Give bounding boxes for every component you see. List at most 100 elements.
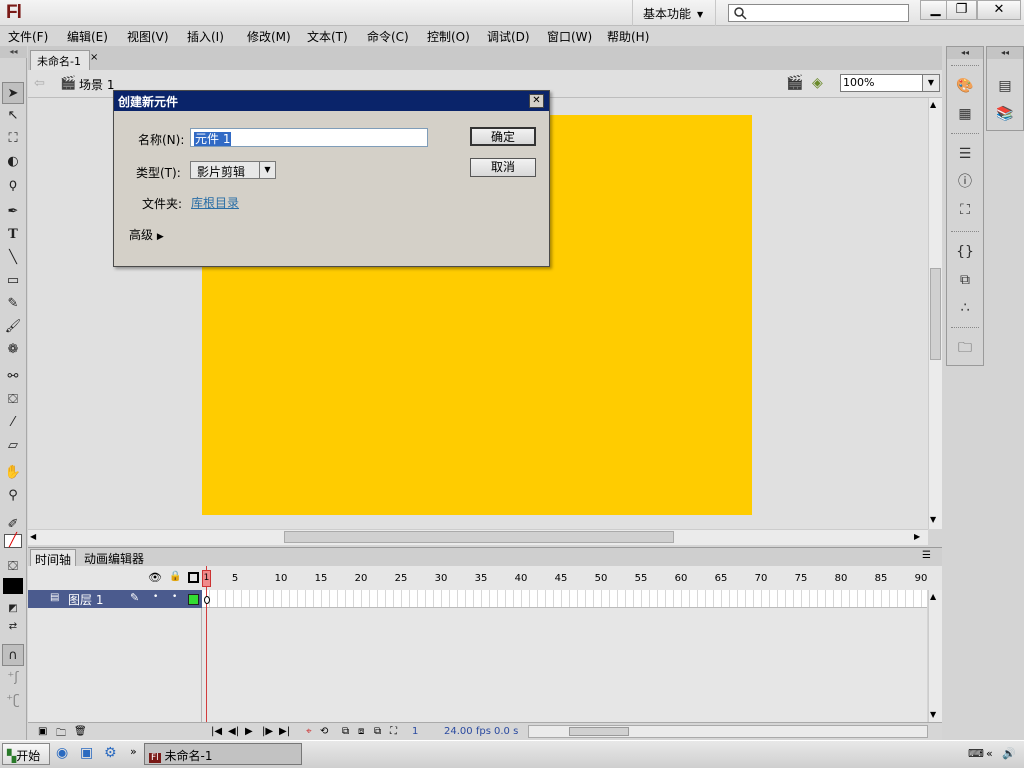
paint-bucket-tool-icon[interactable]: ⛋ xyxy=(2,389,24,411)
lock-icon[interactable]: 🔒 xyxy=(169,571,181,582)
actions-panel-icon[interactable]: {} xyxy=(954,241,976,263)
elapsed-time[interactable]: 0.0 s xyxy=(494,726,518,737)
menu-control[interactable]: 控制(O) xyxy=(427,28,470,45)
library-panel-icon[interactable]: 📚 xyxy=(994,103,1016,125)
restore-button[interactable]: ❐ xyxy=(946,0,977,20)
layer-name[interactable]: 图层 1 xyxy=(68,591,103,608)
bone-tool-icon[interactable]: ⚯ xyxy=(2,366,24,388)
eyedropper-tool-icon[interactable]: ⁄ xyxy=(2,412,24,434)
eye-icon[interactable]: 👁 xyxy=(148,571,162,584)
scroll-down-icon[interactable]: ▼ xyxy=(930,515,936,524)
tab-motion-editor[interactable]: 动画编辑器 xyxy=(80,549,148,567)
pen-tool-icon[interactable]: ✒ xyxy=(2,201,24,223)
step-back-icon[interactable]: ◀| xyxy=(228,726,239,737)
edit-symbols-icon[interactable]: ◈ xyxy=(812,75,823,91)
swatches-panel-icon[interactable]: ▦ xyxy=(954,103,976,125)
modify-markers-icon[interactable]: ⛶ xyxy=(390,726,397,737)
panel-menu-icon[interactable]: ☰ xyxy=(922,550,931,561)
edit-multiple-icon[interactable]: ⧉ xyxy=(374,726,381,737)
lasso-tool-icon[interactable]: ϙ xyxy=(2,174,24,196)
properties-panel-icon[interactable]: ▤ xyxy=(994,75,1016,97)
current-frame[interactable]: 1 xyxy=(412,726,418,737)
horizontal-scrollbar[interactable]: ◀ ▶ xyxy=(28,529,928,545)
deco-tool-icon[interactable]: ❁ xyxy=(2,339,24,361)
advanced-toggle[interactable]: 高级 ▶ xyxy=(129,226,164,243)
name-field[interactable]: 元件 1 xyxy=(190,128,428,147)
outline-icon[interactable] xyxy=(188,572,199,583)
zoom-tool-icon[interactable]: ⚲ xyxy=(2,485,24,507)
vertical-scroll-thumb[interactable] xyxy=(930,268,941,360)
folder-link[interactable]: 库根目录 xyxy=(191,194,239,211)
menu-help[interactable]: 帮助(H) xyxy=(607,28,649,45)
3d-rotation-tool-icon[interactable]: ◐ xyxy=(2,151,24,173)
vertical-scrollbar[interactable]: ▲ ▼ xyxy=(928,98,942,529)
playhead[interactable]: 1 xyxy=(202,570,211,587)
panel-grip[interactable]: ◂◂ xyxy=(947,47,983,59)
volume-icon[interactable]: 🔊 xyxy=(1002,747,1016,760)
scroll-left-icon[interactable]: ◀ xyxy=(30,532,36,541)
brush-tool-icon[interactable]: 🖌 xyxy=(2,316,24,338)
tray-expand-icon[interactable]: « xyxy=(986,747,993,760)
timeline-scroll-thumb[interactable] xyxy=(569,727,629,736)
menu-window[interactable]: 窗口(W) xyxy=(547,28,592,45)
chevron-down-icon[interactable]: ▼ xyxy=(259,162,275,178)
delete-layer-icon[interactable]: 🗑 xyxy=(74,726,87,737)
project-panel-icon[interactable]: 🗀 xyxy=(954,337,976,359)
document-tab[interactable]: 未命名-1 xyxy=(30,50,90,70)
menu-commands[interactable]: 命令(C) xyxy=(367,28,409,45)
rectangle-tool-icon[interactable]: ▭ xyxy=(2,270,24,292)
snap-to-objects-icon[interactable]: ∩ xyxy=(2,644,24,666)
text-tool-icon[interactable]: T xyxy=(2,224,24,246)
menu-view[interactable]: 视图(V) xyxy=(127,28,169,45)
scene-label[interactable]: 场景 1 xyxy=(79,76,114,93)
swap-colors-icon[interactable]: ⇄ xyxy=(2,616,24,638)
cancel-button[interactable]: 取消 xyxy=(470,158,536,177)
menu-insert[interactable]: 插入(I) xyxy=(187,28,224,45)
scroll-down-icon[interactable]: ▼ xyxy=(930,710,936,719)
keyboard-icon[interactable]: ⌨ xyxy=(968,747,984,760)
new-layer-icon[interactable]: ▣ xyxy=(38,726,47,737)
last-frame-icon[interactable]: ▶| xyxy=(279,726,290,737)
info-panel-icon[interactable]: ⓘ xyxy=(954,171,976,193)
back-arrow-icon[interactable]: ⇦ xyxy=(34,76,45,91)
close-icon[interactable]: ✕ xyxy=(529,94,544,108)
onion-skin-icon[interactable]: ⧉ xyxy=(342,726,349,737)
horizontal-scroll-thumb[interactable] xyxy=(284,531,674,543)
fill-swatch[interactable] xyxy=(3,578,23,594)
panel-grip[interactable]: ◂◂ xyxy=(987,47,1023,59)
frame-rate[interactable]: 24.00 fps xyxy=(444,726,491,737)
align-panel-icon[interactable]: ☰ xyxy=(954,143,976,165)
first-frame-icon[interactable]: |◀ xyxy=(211,726,222,737)
color-panel-icon[interactable]: 🎨 xyxy=(954,75,976,97)
fill-color-icon[interactable]: ⛋ xyxy=(2,556,24,578)
smooth-icon[interactable]: ⁺ʃ xyxy=(2,667,24,689)
layer-outline-color[interactable] xyxy=(188,594,199,605)
chevron-down-icon[interactable]: ▼ xyxy=(922,74,940,92)
scroll-right-icon[interactable]: ▶ xyxy=(914,532,920,541)
frames-row[interactable] xyxy=(202,590,927,608)
lock-dot-icon[interactable]: • xyxy=(172,592,177,602)
panel-grip[interactable]: ◂◂ xyxy=(0,46,27,58)
close-window-button[interactable]: ✕ xyxy=(977,0,1021,20)
play-icon[interactable]: ▶ xyxy=(245,726,253,737)
workspace-switcher[interactable]: 基本功能 ▼ xyxy=(632,0,716,26)
motion-presets-icon[interactable]: ∴ xyxy=(954,297,976,319)
menu-modify[interactable]: 修改(M) xyxy=(247,28,291,45)
stroke-swatch[interactable]: ╱ xyxy=(4,534,22,548)
menu-edit[interactable]: 编辑(E) xyxy=(67,28,108,45)
menu-debug[interactable]: 调试(D) xyxy=(487,28,530,45)
edit-scene-icon[interactable]: 🎬 xyxy=(786,75,803,91)
menu-text[interactable]: 文本(T) xyxy=(307,28,348,45)
subselection-tool-icon[interactable]: ↖ xyxy=(2,105,24,127)
scroll-up-icon[interactable]: ▲ xyxy=(930,592,936,601)
layer-row[interactable]: ▤ 图层 1 ✎ • • xyxy=(28,590,202,608)
settings-icon[interactable]: ⚙ xyxy=(104,745,117,761)
onion-outline-icon[interactable]: ⧈ xyxy=(358,726,364,737)
transform-panel-icon[interactable]: ⛶ xyxy=(954,199,976,221)
free-transform-tool-icon[interactable]: ⛶ xyxy=(2,128,24,150)
hand-tool-icon[interactable]: ✋ xyxy=(2,462,24,484)
visibility-dot-icon[interactable]: • xyxy=(153,592,158,602)
quicklaunch-icon[interactable]: ▣ xyxy=(80,745,93,761)
tab-timeline[interactable]: 时间轴 xyxy=(30,549,77,567)
selection-tool-icon[interactable]: ➤ xyxy=(2,82,24,104)
